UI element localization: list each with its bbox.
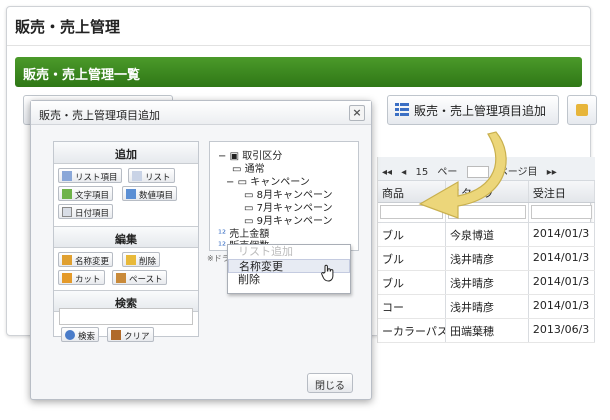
list-item-icon	[62, 171, 72, 181]
cell: 今泉博道	[446, 223, 529, 246]
cut-button[interactable]: カット	[58, 270, 105, 285]
button-label: 文字項目	[75, 191, 110, 201]
cell: 2014/01/3	[529, 223, 595, 246]
add-item-label: 販売・売上管理項目追加	[414, 104, 547, 118]
close-icon[interactable]: ×	[349, 105, 365, 121]
cell: 浅井晴彦	[446, 271, 529, 294]
button-label: 名称変更	[75, 257, 110, 267]
button-label: カット	[75, 275, 101, 285]
clear-button[interactable]: クリア	[107, 327, 154, 342]
eraser-icon	[111, 330, 121, 340]
number-icon	[126, 189, 136, 199]
button-label: クリア	[124, 332, 150, 342]
button-label: リスト項目	[75, 173, 118, 183]
trash-icon	[126, 255, 136, 265]
cell: ブル	[378, 223, 446, 246]
filter-input[interactable]	[530, 205, 592, 219]
close-button[interactable]: 閉じる	[307, 373, 353, 393]
scissors-icon	[62, 273, 72, 283]
button-label: 日付項目	[75, 209, 110, 219]
cell: ブル	[378, 247, 446, 270]
cell: コー	[378, 295, 446, 318]
hand-cursor-icon	[321, 264, 334, 282]
cell: 2013/06/3	[529, 319, 595, 342]
search-button[interactable]: 検索	[61, 327, 100, 342]
tool-panel: 追加 リスト項目 リスト 文字項目 数値項目 日付項目 編集 名称変更 削除 カ…	[53, 141, 199, 337]
cell: 2014/01/3	[529, 295, 595, 318]
export-icon	[576, 104, 588, 116]
cell: ブル	[378, 271, 446, 294]
cell: ーカラーパスタ	[378, 319, 446, 342]
table-row[interactable]: ブル 浅井晴彦 2014/01/3	[378, 271, 595, 295]
table-row[interactable]: ブル 浅井晴彦 2014/01/3	[378, 247, 595, 271]
table-row[interactable]: コー 浅井晴彦 2014/01/3	[378, 295, 595, 319]
cell: 2014/01/3	[529, 247, 595, 270]
cell: 浅井晴彦	[446, 247, 529, 270]
add-item-dialog: 販売・売上管理項目追加 × 追加 リスト項目 リスト 文字項目 数値項目 日付項…	[30, 100, 372, 400]
delete-button[interactable]: 削除	[122, 252, 161, 267]
search-input[interactable]	[59, 308, 193, 325]
first-page-icon[interactable]: ◂◂	[382, 167, 392, 178]
section-add: 追加	[54, 142, 198, 164]
tree-collapse-icon[interactable]: −	[218, 151, 226, 162]
export-button[interactable]	[567, 95, 597, 125]
cell: 浅井晴彦	[446, 295, 529, 318]
add-list-button[interactable]: リスト	[128, 168, 175, 183]
dialog-title: 販売・売上管理項目追加	[31, 101, 371, 125]
pencil-icon	[62, 255, 72, 265]
button-label: 削除	[139, 257, 157, 267]
button-label: 数値項目	[139, 191, 174, 201]
search-icon	[65, 330, 75, 340]
list-add-icon	[395, 103, 409, 116]
cell: 2014/01/3	[529, 271, 595, 294]
section-edit: 編集	[54, 226, 198, 248]
list-icon	[132, 171, 142, 181]
menu-item-add-list[interactable]: リスト追加	[228, 245, 350, 259]
button-label: リスト	[145, 173, 171, 183]
tree-collapse-icon[interactable]: −	[226, 177, 234, 188]
paste-button[interactable]: ペースト	[112, 270, 167, 285]
add-date-button[interactable]: 日付項目	[58, 204, 114, 219]
add-number-button[interactable]: 数値項目	[122, 186, 178, 201]
add-text-button[interactable]: 文字項目	[58, 186, 114, 201]
calendar-icon	[62, 207, 72, 217]
next-page-icon[interactable]: ▸▸	[547, 167, 557, 178]
item-tree: − ▣ 取引区分 ▭ 通常 − ▭ キャンペーン ▭ 8月キャンペーン ▭ 7月…	[209, 141, 359, 252]
section-title: 販売・売上管理一覧	[15, 57, 582, 87]
text-icon	[62, 189, 72, 199]
number-icon: ¹²	[218, 241, 227, 252]
table-row[interactable]: ブル 今泉博道 2014/01/3	[378, 223, 595, 247]
column-header[interactable]: 受注日	[529, 181, 595, 202]
button-label: ペースト	[129, 275, 163, 285]
add-item-button[interactable]: 販売・売上管理項目追加	[387, 95, 559, 125]
table-row[interactable]: ーカラーパスタ田端葉穂2013/06/3	[378, 319, 595, 343]
paste-icon	[116, 273, 126, 283]
cell: 田端葉穂	[446, 319, 529, 342]
curved-arrow-icon	[418, 131, 507, 219]
button-label: 検索	[78, 332, 96, 342]
add-list-item-button[interactable]: リスト項目	[58, 168, 122, 183]
divider	[7, 45, 590, 46]
rename-button[interactable]: 名称変更	[58, 252, 114, 267]
app-title: 販売・売上管理	[15, 18, 121, 36]
